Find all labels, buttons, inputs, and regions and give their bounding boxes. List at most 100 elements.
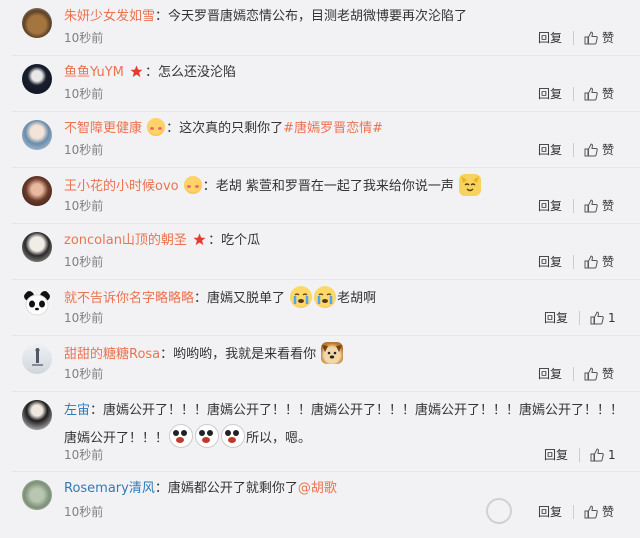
user-nickname[interactable]: 朱妍少女发如雪 bbox=[64, 9, 155, 24]
comment-text-tail: 老胡啊 bbox=[337, 291, 377, 306]
comment-text: ：吃个瓜 bbox=[208, 233, 261, 248]
topic-hashtag-link[interactable]: #唐嫣罗晋恋情# bbox=[283, 121, 383, 136]
user-nickname[interactable]: 王小花的小时候ovo bbox=[64, 179, 179, 194]
thumbs-up-icon bbox=[590, 311, 604, 325]
blush-emoji-icon bbox=[147, 118, 166, 136]
reply-button[interactable]: 回复 bbox=[538, 366, 562, 382]
thumbs-up-icon bbox=[584, 143, 598, 157]
reply-button[interactable]: 回复 bbox=[544, 310, 568, 326]
crazy-face-emoji-icon bbox=[169, 424, 194, 448]
divider bbox=[579, 448, 580, 462]
avatar[interactable] bbox=[22, 288, 52, 318]
thumbs-up-icon bbox=[584, 367, 598, 381]
thumbs-up-icon bbox=[584, 199, 598, 213]
like-count: 1 bbox=[608, 448, 616, 462]
divider bbox=[579, 311, 580, 325]
like-button[interactable]: 赞 bbox=[584, 504, 614, 520]
comment-item: zoncolan山顶的朝圣 ：吃个瓜 10秒前 回复 赞 bbox=[12, 224, 640, 280]
comment-text: ：唐嫣公开了！！！唐嫣公开了！！！唐嫣公开了！！！唐嫣公开了！！！唐嫣公开了！！… bbox=[90, 403, 624, 418]
comment-item: 王小花的小时候ovo ：老胡 紫萱和罗晋在一起了我来给你说一声 10秒前 回复 … bbox=[12, 168, 640, 224]
comment-text: ：这次真的只剩你了 bbox=[166, 121, 284, 136]
comment-item: 左宙：唐嫣公开了！！！唐嫣公开了！！！唐嫣公开了！！！唐嫣公开了！！！唐嫣公开了… bbox=[12, 392, 640, 472]
crying-emoji-icon bbox=[290, 286, 313, 308]
divider bbox=[573, 143, 574, 157]
crazy-face-emoji-icon bbox=[195, 424, 220, 448]
timestamp: 10秒前 bbox=[64, 143, 104, 157]
cat-face-emoji-icon bbox=[459, 174, 482, 196]
comment-text: ：哟哟哟，我就是来看看你 bbox=[160, 347, 317, 362]
like-label: 赞 bbox=[602, 143, 615, 157]
comment-item: 就不告诉你名字略略略：唐嫣又脱单了 老胡啊 10秒前 回复 1 bbox=[12, 280, 640, 336]
avatar[interactable] bbox=[22, 232, 52, 262]
comment-text-line2: 唐嫣公开了！！！ bbox=[64, 431, 169, 446]
timestamp: 10秒前 bbox=[64, 255, 104, 269]
avatar[interactable] bbox=[22, 176, 52, 206]
divider bbox=[573, 505, 574, 519]
avatar[interactable] bbox=[22, 480, 52, 510]
thumbs-up-icon bbox=[584, 505, 598, 519]
user-mention-link[interactable]: @胡歌 bbox=[298, 481, 337, 496]
like-button[interactable]: 赞 bbox=[584, 86, 614, 102]
comment-item: 甜甜的糖糖Rosa：哟哟哟，我就是来看看你 10秒前 回复 赞 bbox=[12, 336, 640, 392]
divider bbox=[573, 199, 574, 213]
timestamp: 10秒前 bbox=[64, 87, 104, 101]
like-button[interactable]: 赞 bbox=[584, 30, 614, 46]
comment-text: ：唐嫣又脱单了 bbox=[194, 291, 286, 306]
reply-button[interactable]: 回复 bbox=[538, 86, 562, 102]
thumbs-up-icon bbox=[590, 448, 604, 462]
reply-button[interactable]: 回复 bbox=[544, 447, 568, 463]
like-label: 赞 bbox=[602, 87, 615, 101]
like-label: 赞 bbox=[602, 367, 615, 381]
timestamp: 10秒前 bbox=[64, 311, 104, 325]
user-nickname[interactable]: Rosemary清风 bbox=[64, 481, 155, 496]
red-star-badge-icon bbox=[193, 233, 206, 246]
divider bbox=[573, 255, 574, 269]
like-button[interactable]: 赞 bbox=[584, 366, 614, 382]
like-button[interactable]: 赞 bbox=[584, 254, 614, 270]
timestamp: 10秒前 bbox=[64, 199, 104, 213]
avatar[interactable] bbox=[22, 64, 52, 94]
avatar[interactable] bbox=[22, 120, 52, 150]
comment-item: 不智障更健康 ：这次真的只剩你了#唐嫣罗晋恋情# 10秒前 回复 赞 bbox=[12, 112, 640, 168]
user-nickname[interactable]: zoncolan山顶的朝圣 bbox=[64, 233, 187, 248]
dog-face-emoji-icon bbox=[321, 342, 344, 364]
like-label: 赞 bbox=[602, 255, 615, 269]
blush-emoji-icon bbox=[183, 176, 202, 194]
comment-list: 朱妍少女发如雪：今天罗晋唐嫣恋情公布，目测老胡微博要再次沦陷了 10秒前 回复 … bbox=[0, 0, 640, 538]
like-button[interactable]: 赞 bbox=[584, 198, 614, 214]
avatar[interactable] bbox=[22, 8, 52, 38]
divider bbox=[573, 367, 574, 381]
avatar[interactable] bbox=[22, 400, 52, 430]
user-nickname[interactable]: 不智障更健康 bbox=[64, 121, 142, 136]
reply-button[interactable]: 回复 bbox=[538, 198, 562, 214]
comment-text: ：老胡 紫萱和罗晋在一起了我来给你说一声 bbox=[202, 179, 454, 194]
user-nickname[interactable]: 鱼鱼YuYM bbox=[64, 65, 124, 80]
thumbs-up-icon bbox=[584, 87, 598, 101]
reply-button[interactable]: 回复 bbox=[538, 30, 562, 46]
thumbs-up-icon bbox=[584, 31, 598, 45]
comment-item: 朱妍少女发如雪：今天罗晋唐嫣恋情公布，目测老胡微博要再次沦陷了 10秒前 回复 … bbox=[12, 0, 640, 56]
comment-text-tail: 所以，嗯。 bbox=[246, 431, 312, 446]
like-button[interactable]: 1 bbox=[590, 447, 616, 463]
reply-button[interactable]: 回复 bbox=[538, 504, 562, 520]
like-button[interactable]: 1 bbox=[590, 310, 616, 326]
crying-emoji-icon bbox=[314, 286, 337, 308]
user-nickname[interactable]: 就不告诉你名字略略略 bbox=[64, 291, 194, 306]
user-nickname[interactable]: 甜甜的糖糖Rosa bbox=[64, 347, 160, 362]
comment-item: 鱼鱼YuYM ：怎么还没沦陷 10秒前 回复 赞 bbox=[12, 56, 640, 112]
like-label: 赞 bbox=[602, 199, 615, 213]
divider bbox=[573, 31, 574, 45]
user-nickname[interactable]: 左宙 bbox=[64, 403, 90, 418]
comment-text: ：怎么还没沦陷 bbox=[145, 65, 237, 80]
comment-text: ：唐嫣都公开了就剩你了 bbox=[154, 481, 298, 496]
timestamp: 10秒前 bbox=[64, 367, 104, 381]
avatar[interactable] bbox=[22, 344, 52, 374]
reply-button[interactable]: 回复 bbox=[538, 254, 562, 270]
divider bbox=[573, 87, 574, 101]
red-star-badge-icon bbox=[130, 65, 143, 78]
thumbs-up-icon bbox=[584, 255, 598, 269]
like-label: 赞 bbox=[602, 31, 615, 45]
watermark-logo-icon bbox=[486, 498, 512, 524]
reply-button[interactable]: 回复 bbox=[538, 142, 562, 158]
like-button[interactable]: 赞 bbox=[584, 142, 614, 158]
